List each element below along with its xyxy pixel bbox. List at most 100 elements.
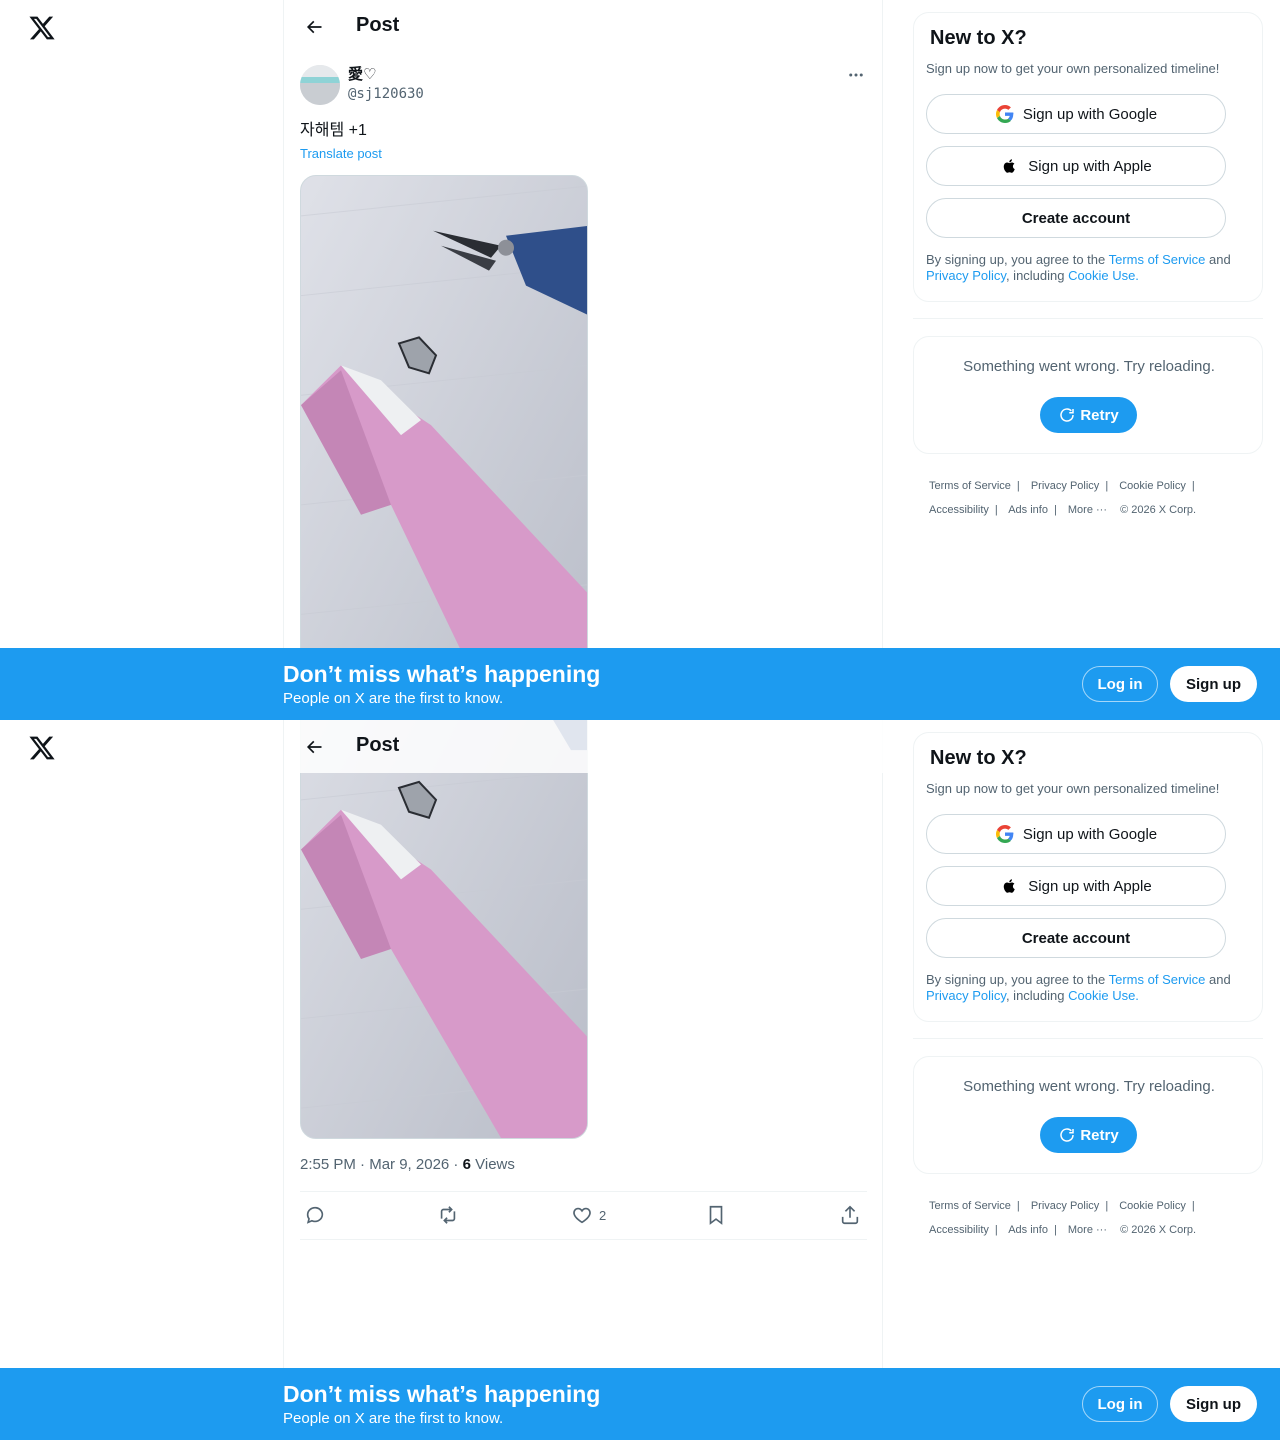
- signup-card: New to X? Sign up now to get your own pe…: [913, 12, 1263, 302]
- post-header: Post: [284, 720, 883, 773]
- new-to-x-title: New to X?: [930, 747, 1027, 769]
- terms-of-service-link[interactable]: Terms of Service: [1109, 972, 1206, 987]
- post-time[interactable]: 2:55 PM: [300, 1156, 356, 1173]
- post-header: Post: [284, 0, 883, 53]
- footer-accessibility-link[interactable]: Accessibility: [929, 1224, 989, 1236]
- sidebar-divider: [913, 318, 1263, 319]
- google-icon: [995, 824, 1015, 844]
- signup-terms: By signing up, you agree to the Terms of…: [926, 252, 1231, 283]
- footer-more-link[interactable]: More ···: [1068, 504, 1107, 516]
- error-message: Something went wrong. Try reloading.: [963, 358, 1215, 375]
- signup-subtitle: Sign up now to get your own personalized…: [926, 781, 1220, 796]
- privacy-policy-link[interactable]: Privacy Policy: [926, 268, 1006, 283]
- share-icon: [841, 1205, 859, 1225]
- cookie-use-link[interactable]: Cookie Use.: [1068, 988, 1139, 1003]
- reply-icon: [306, 1206, 324, 1224]
- viewport-scrolled: Post 2:55 PM · Mar 9, 2026 · 6 Views 2 N…: [0, 720, 1280, 1440]
- x-logo-icon[interactable]: [28, 14, 56, 42]
- x-logo-icon[interactable]: [28, 734, 56, 762]
- banner-subtitle: People on X are the first to know.: [283, 1410, 504, 1427]
- more-options-icon[interactable]: [844, 66, 868, 84]
- signup-card: New to X? Sign up now to get your own pe…: [913, 732, 1263, 1022]
- page-title: Post: [356, 14, 400, 36]
- post-timestamp: 2:55 PM · Mar 9, 2026 · 6 Views: [300, 1156, 515, 1173]
- back-arrow-icon[interactable]: [296, 9, 332, 45]
- new-to-x-title: New to X?: [930, 27, 1027, 49]
- footer-accessibility-link[interactable]: Accessibility: [929, 504, 989, 516]
- footer-privacy-link[interactable]: Privacy Policy: [1031, 1200, 1099, 1212]
- post-author[interactable]: 愛♡ @sj120630: [300, 65, 424, 105]
- banner-title: Don’t miss what’s happening: [283, 1381, 601, 1407]
- primary-column: Post 2:55 PM · Mar 9, 2026 · 6 Views 2: [283, 720, 883, 1440]
- footer-ads-link[interactable]: Ads info: [1008, 1224, 1048, 1236]
- apple-signup-button[interactable]: Sign up with Apple: [926, 146, 1226, 186]
- signup-subtitle: Sign up now to get your own personalized…: [926, 61, 1220, 76]
- trends-error-card: Something went wrong. Try reloading. Ret…: [913, 336, 1263, 454]
- post-media-image[interactable]: [300, 720, 588, 1139]
- apple-signup-button[interactable]: Sign up with Apple: [926, 866, 1226, 906]
- signup-terms: By signing up, you agree to the Terms of…: [926, 972, 1231, 1003]
- repost-icon: [440, 1206, 456, 1224]
- post-date[interactable]: Mar 9, 2026: [369, 1156, 449, 1173]
- repost-button[interactable]: [437, 1204, 459, 1226]
- post-media-image[interactable]: [300, 175, 588, 720]
- primary-column: Post 愛♡ @sj120630 자해템 +1 Translate post: [283, 0, 883, 720]
- author-handle[interactable]: @sj120630: [348, 84, 424, 104]
- refresh-icon: [1060, 1128, 1075, 1142]
- footer-more-link[interactable]: More ···: [1068, 1224, 1107, 1236]
- viewport-top: Post 愛♡ @sj120630 자해템 +1 Translate post: [0, 0, 1280, 720]
- page-title: Post: [356, 734, 400, 756]
- terms-of-service-link[interactable]: Terms of Service: [1109, 252, 1206, 267]
- login-button[interactable]: Log in: [1082, 666, 1158, 702]
- footer-terms-link[interactable]: Terms of Service: [929, 1200, 1011, 1212]
- create-account-button[interactable]: Create account: [926, 198, 1226, 238]
- google-signup-label: Sign up with Google: [1022, 105, 1158, 123]
- signup-button[interactable]: Sign up: [1170, 1386, 1257, 1422]
- translate-post-link[interactable]: Translate post: [300, 146, 382, 161]
- sidebar-divider: [913, 1038, 1263, 1039]
- retry-button[interactable]: Retry: [1040, 397, 1137, 433]
- login-banner: Don’t miss what’s happening People on X …: [0, 648, 1280, 720]
- footer-ads-link[interactable]: Ads info: [1008, 504, 1048, 516]
- cookie-use-link[interactable]: Cookie Use.: [1068, 268, 1139, 283]
- post-text: 자해템 +1: [300, 122, 367, 139]
- signup-button[interactable]: Sign up: [1170, 666, 1257, 702]
- bookmark-button[interactable]: [705, 1204, 727, 1226]
- apple-signup-label: Sign up with Apple: [1028, 877, 1152, 895]
- login-banner: Don’t miss what’s happening People on X …: [0, 1368, 1280, 1440]
- heart-icon: [573, 1207, 591, 1224]
- apple-icon: [1000, 156, 1020, 176]
- back-arrow-icon[interactable]: [296, 729, 332, 765]
- google-icon: [995, 104, 1015, 124]
- banner-subtitle: People on X are the first to know.: [283, 690, 504, 707]
- footer-copyright: © 2026 X Corp.: [1120, 1224, 1197, 1236]
- footer-copyright: © 2026 X Corp.: [1120, 504, 1197, 516]
- create-account-button[interactable]: Create account: [926, 918, 1226, 958]
- apple-icon: [1000, 876, 1020, 896]
- refresh-icon: [1060, 408, 1075, 422]
- error-message: Something went wrong. Try reloading.: [963, 1078, 1215, 1095]
- sidebar-footer: Terms of Service | Privacy Policy | Cookie…: [929, 480, 1197, 516]
- like-button[interactable]: 2: [571, 1204, 606, 1226]
- google-signup-button[interactable]: Sign up with Google: [926, 94, 1226, 134]
- privacy-policy-link[interactable]: Privacy Policy: [926, 988, 1006, 1003]
- views-count: 6: [462, 1156, 471, 1173]
- likes-count: 2: [599, 1207, 607, 1223]
- footer-privacy-link[interactable]: Privacy Policy: [1031, 480, 1099, 492]
- google-signup-label: Sign up with Google: [1022, 825, 1158, 843]
- footer-cookie-link[interactable]: Cookie Policy: [1119, 1200, 1186, 1212]
- footer-cookie-link[interactable]: Cookie Policy: [1119, 480, 1186, 492]
- share-button[interactable]: [839, 1204, 861, 1226]
- banner-title: Don’t miss what’s happening: [283, 661, 601, 687]
- sidebar-footer: Terms of Service | Privacy Policy | Cookie…: [929, 1200, 1197, 1236]
- login-button[interactable]: Log in: [1082, 1386, 1158, 1422]
- google-signup-button[interactable]: Sign up with Google: [926, 814, 1226, 854]
- avatar[interactable]: [300, 65, 340, 105]
- post-actions-bar: 2: [300, 1191, 867, 1240]
- footer-terms-link[interactable]: Terms of Service: [929, 480, 1011, 492]
- apple-signup-label: Sign up with Apple: [1028, 157, 1152, 175]
- reply-button[interactable]: [304, 1204, 326, 1226]
- author-display-name[interactable]: 愛♡: [348, 66, 424, 84]
- trends-error-card: Something went wrong. Try reloading. Ret…: [913, 1056, 1263, 1174]
- retry-button[interactable]: Retry: [1040, 1117, 1137, 1153]
